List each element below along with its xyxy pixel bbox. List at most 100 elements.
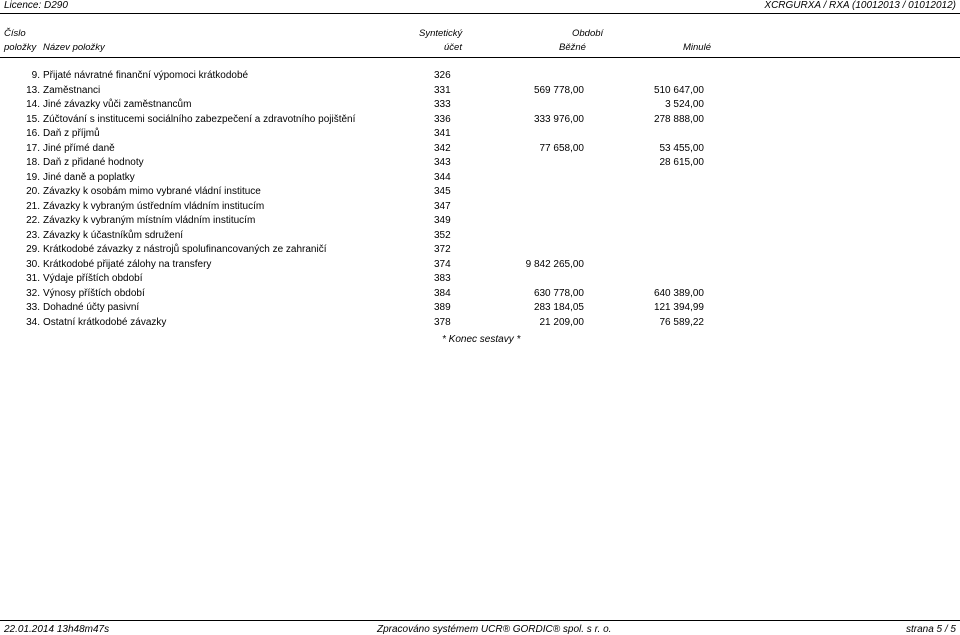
row-name: Jiné daně a poplatky — [43, 171, 135, 183]
row-account: 384 — [434, 287, 451, 299]
row-account: 378 — [434, 316, 451, 328]
footer-timestamp: 22.01.2014 13h48m47s — [4, 624, 110, 635]
row-account: 333 — [434, 99, 451, 110]
row-name: Přijaté návratné finanční výpomoci krátk… — [43, 70, 249, 81]
footer-divider — [0, 620, 960, 621]
row-account: 344 — [434, 171, 451, 183]
table-row: 17. Jiné přímé daně 342 77 658,00 53 455,00 — [0, 143, 960, 158]
row-account: 345 — [434, 186, 451, 197]
row-account: 389 — [434, 302, 451, 313]
row-previous-value: 28 615,00 — [659, 157, 705, 168]
table-row: 33. Dohadné účty pasivní 389 283 184,05 121 … — [0, 302, 960, 317]
table-row: 18. Daň z přidané hodnoty 343 28 615,00 — [0, 157, 960, 172]
row-name: Závazky k vybraným ústředním vládním ins… — [43, 200, 265, 212]
column-header-number-bottom: položky — [4, 42, 37, 53]
row-previous-value: 510 647,00 — [653, 84, 704, 96]
column-header-account-bottom: účet — [444, 42, 462, 53]
row-number: 19. — [26, 171, 40, 183]
row-number: 14. — [26, 99, 40, 110]
column-header-previous: Minulé — [683, 42, 711, 53]
row-account: 349 — [434, 215, 451, 226]
column-header-account-top: Syntetický — [419, 28, 463, 39]
row-name: Daň z přidané hodnoty — [43, 157, 144, 168]
row-number: 30. — [26, 258, 40, 270]
row-number: 33. — [26, 302, 40, 313]
report-table-body: 9. Přijaté návratné finanční výpomoci krá… — [0, 70, 960, 331]
row-number: 34. — [26, 316, 40, 328]
top-divider — [0, 13, 960, 14]
row-number: 18. — [26, 157, 40, 168]
table-row: 23. Závazky k účastníkům sdružení 352 — [0, 230, 960, 245]
table-row: 21. Závazky k vybraným ústředním vládním … — [0, 201, 960, 216]
row-name: Závazky k účastníkům sdružení — [43, 229, 184, 241]
row-account: 374 — [434, 258, 451, 270]
row-name: Dohadné účty pasivní — [43, 302, 140, 313]
table-row: 9. Přijaté návratné finanční výpomoci krá… — [0, 70, 960, 85]
row-account: 347 — [434, 200, 451, 212]
row-number: 32. — [26, 287, 40, 299]
row-number: 21. — [26, 200, 40, 212]
row-previous-value: 3 524,00 — [665, 99, 704, 110]
table-row: 20. Závazky k osobám mimo vybrané vládní … — [0, 186, 960, 201]
row-number: 9. — [31, 70, 40, 81]
row-previous-value: 121 394,99 — [653, 302, 704, 313]
column-header-period: Období — [572, 28, 604, 39]
table-row: 29. Krátkodobé závazky z nástrojů spolufi… — [0, 244, 960, 259]
footer-processed-by: Zpracováno systémem UCR® GORDIC® spol. s… — [377, 624, 612, 635]
row-name: Zúčtování s institucemi sociálního zabez… — [43, 113, 356, 125]
row-current-value: 569 778,00 — [533, 84, 584, 96]
row-name: Závazky k vybraným místním vládním insti… — [43, 215, 256, 226]
row-account: 383 — [434, 273, 451, 284]
column-header-name: Název položky — [43, 42, 105, 53]
row-number: 17. — [26, 142, 40, 154]
row-name: Jiné přímé daně — [43, 142, 115, 154]
row-name: Výnosy příštích období — [43, 287, 145, 299]
row-current-value: 283 184,05 — [533, 302, 584, 313]
row-name: Ostatní krátkodobé závazky — [43, 316, 167, 328]
row-account: 352 — [434, 229, 451, 241]
end-of-report-note: * Konec sestavy * — [442, 334, 521, 345]
row-account: 331 — [434, 84, 451, 96]
row-name: Závazky k osobám mimo vybrané vládní ins… — [43, 186, 261, 197]
table-row: 15. Zúčtování s institucemi sociálního za… — [0, 114, 960, 129]
row-number: 13. — [26, 84, 40, 96]
table-row: 16. Daň z příjmů 341 — [0, 128, 960, 143]
row-number: 15. — [26, 113, 40, 125]
table-row: 19. Jiné daně a poplatky 344 — [0, 172, 960, 187]
row-account: 336 — [434, 113, 451, 125]
row-current-value: 333 976,00 — [533, 113, 584, 125]
table-row: 31. Výdaje příštích období 383 — [0, 273, 960, 288]
row-number: 16. — [26, 128, 40, 139]
row-current-value: 77 658,00 — [539, 142, 585, 154]
row-account: 341 — [434, 128, 451, 139]
column-header-number-top: Číslo — [4, 28, 26, 39]
table-row: 22. Závazky k vybraným místním vládním in… — [0, 215, 960, 230]
table-row: 13. Zaměstnanci 331 569 778,00 510 647,00 — [0, 85, 960, 100]
row-name: Krátkodobé závazky z nástrojů spolufinan… — [43, 244, 327, 255]
footer-page-number: strana 5 / 5 — [905, 624, 956, 635]
table-row: 32. Výnosy příštích období 384 630 778,00 64… — [0, 288, 960, 303]
header-divider — [0, 57, 960, 58]
table-row: 30. Krátkodobé přijaté zálohy na transfer… — [0, 259, 960, 274]
row-current-value: 21 209,00 — [539, 316, 585, 328]
row-account: 342 — [434, 142, 451, 154]
row-name: Jiné závazky vůči zaměstnancům — [43, 99, 192, 110]
table-row: 34. Ostatní krátkodobé závazky 378 21 209,0… — [0, 317, 960, 332]
row-previous-value: 278 888,00 — [653, 113, 704, 125]
column-header-current: Běžné — [559, 42, 586, 53]
row-number: 29. — [26, 244, 40, 255]
row-account: 372 — [434, 244, 451, 255]
licence-label: Licence: D290 — [4, 0, 68, 11]
row-number: 23. — [26, 229, 40, 241]
row-account: 326 — [434, 70, 451, 81]
row-number: 31. — [26, 273, 40, 284]
row-account: 343 — [434, 157, 451, 168]
row-current-value: 9 842 265,00 — [525, 258, 584, 270]
table-row: 14. Jiné závazky vůči zaměstnancům 333 3 52… — [0, 99, 960, 114]
row-name: Zaměstnanci — [43, 84, 101, 96]
row-name: Daň z příjmů — [43, 128, 100, 139]
row-current-value: 630 778,00 — [533, 287, 584, 299]
report-code-label: XCRGURXA / RXA (10012013 / 01012012) — [764, 0, 956, 11]
row-number: 22. — [26, 215, 40, 226]
report-top-bar: Licence: D290 XCRGURXA / RXA (10012013 /… — [0, 0, 960, 12]
